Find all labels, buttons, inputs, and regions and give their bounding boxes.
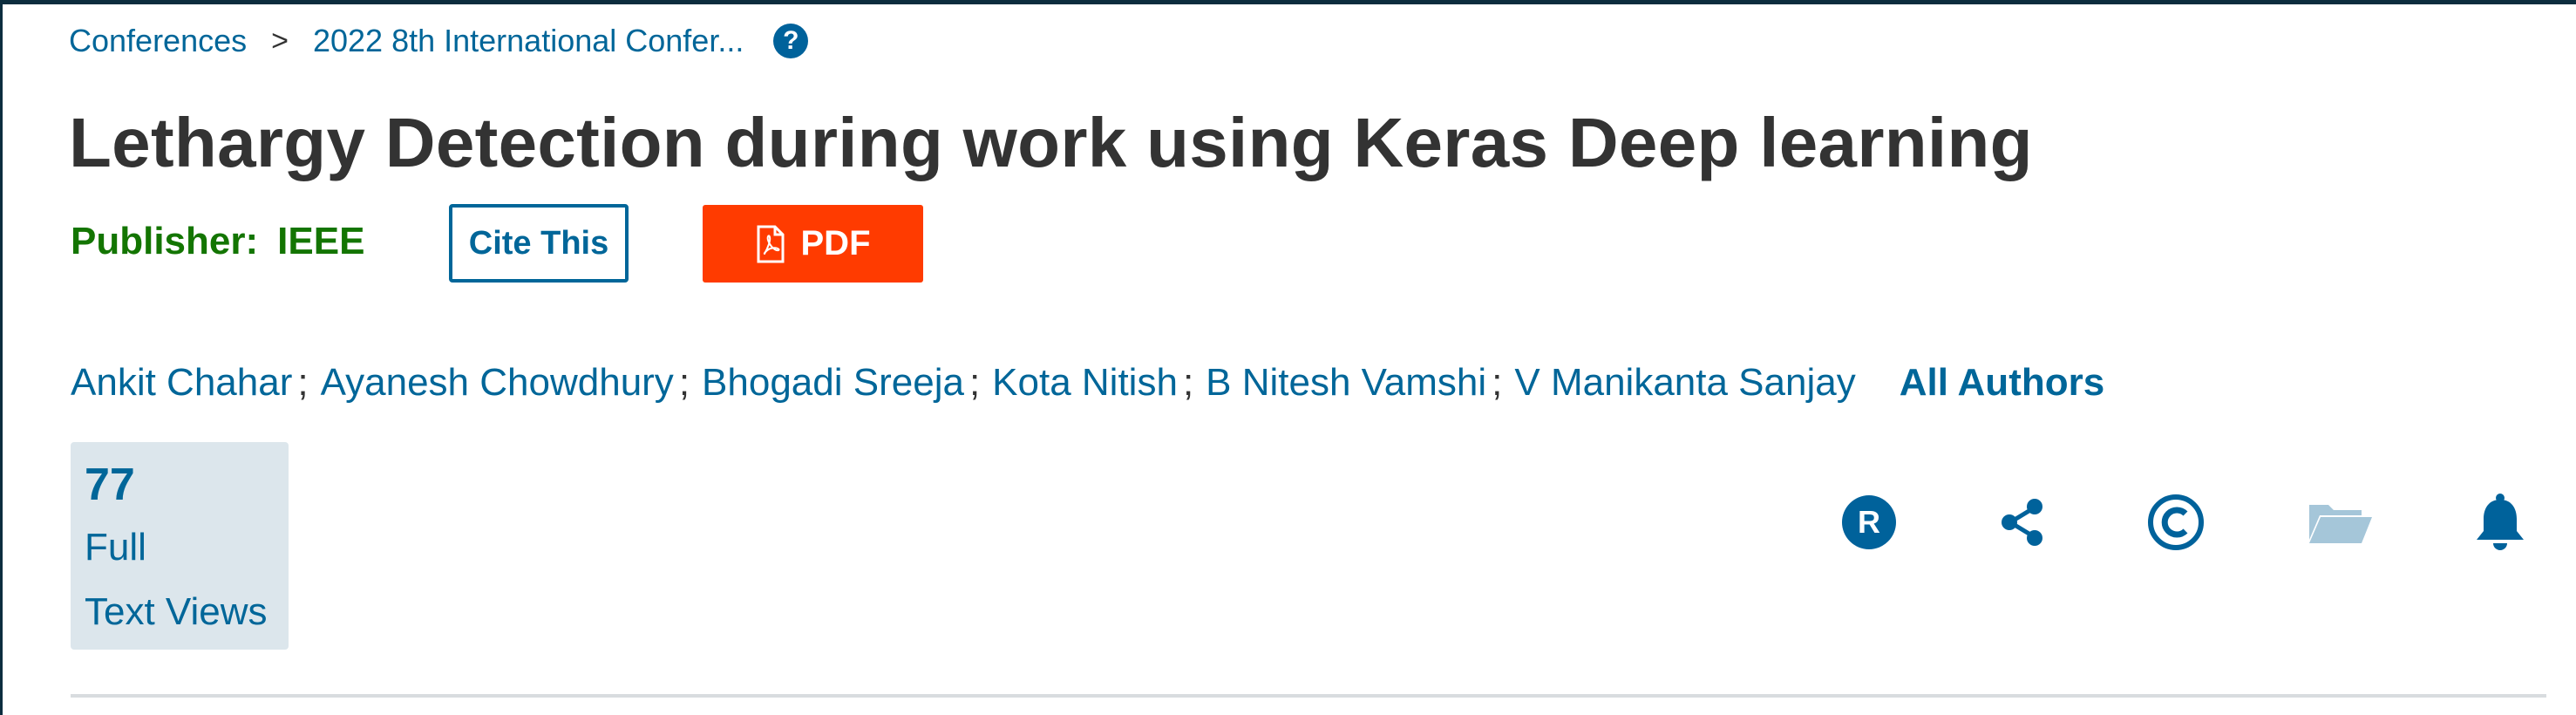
- author-link[interactable]: Ankit Chahar: [71, 361, 292, 405]
- copyright-icon[interactable]: [2144, 490, 2208, 555]
- publisher-label: Publisher:: [71, 220, 259, 262]
- share-icon[interactable]: [1990, 490, 2055, 555]
- author-separator: ;: [1492, 361, 1503, 404]
- author-separator: ;: [678, 361, 690, 404]
- cite-this-button[interactable]: Cite This: [449, 204, 629, 283]
- author-link[interactable]: Bhogadi Sreeja: [702, 361, 964, 405]
- rights-permissions-icon[interactable]: R: [1837, 490, 1901, 555]
- article-page: Conferences > 2022 8th International Con…: [0, 0, 2576, 715]
- help-icon[interactable]: ?: [773, 24, 809, 58]
- author-link[interactable]: Kota Nitish: [992, 361, 1178, 405]
- metric-label-line2: Text Views: [85, 590, 268, 633]
- pdf-button[interactable]: PDF: [703, 205, 923, 283]
- metric-label-line1: Full: [85, 526, 146, 569]
- metric-count: 77: [85, 460, 135, 510]
- top-border: [3, 0, 2576, 4]
- alert-bell-icon[interactable]: [2468, 490, 2532, 555]
- author-link[interactable]: Ayanesh Chowdhury: [321, 361, 674, 405]
- author-separator: ;: [969, 361, 981, 404]
- author-separator: ;: [297, 361, 309, 404]
- author-list: Ankit Chahar ; Ayanesh Chowdhury ; Bhoga…: [71, 361, 2104, 405]
- breadcrumb-separator: >: [271, 24, 289, 58]
- svg-text:R: R: [1858, 504, 1880, 540]
- breadcrumb-conference[interactable]: 2022 8th International Confer...: [313, 23, 744, 59]
- pdf-button-label: PDF: [800, 224, 871, 262]
- full-text-views-metric[interactable]: 77 Full Text Views: [71, 442, 289, 650]
- section-divider: [71, 694, 2546, 698]
- folder-icon[interactable]: [2304, 490, 2377, 555]
- author-link[interactable]: V Manikanta Sanjay: [1514, 361, 1855, 405]
- publisher-info: Publisher: IEEE: [71, 220, 364, 263]
- breadcrumb: Conferences > 2022 8th International Con…: [69, 19, 809, 63]
- page-title: Lethargy Detection during work using Ker…: [69, 104, 2033, 181]
- pdf-file-icon: [756, 225, 785, 263]
- author-separator: ;: [1182, 361, 1194, 404]
- author-link[interactable]: B Nitesh Vamshi: [1206, 361, 1486, 405]
- all-authors-link[interactable]: All Authors: [1900, 361, 2104, 405]
- publisher-name: IEEE: [277, 220, 365, 262]
- breadcrumb-conferences[interactable]: Conferences: [69, 23, 247, 59]
